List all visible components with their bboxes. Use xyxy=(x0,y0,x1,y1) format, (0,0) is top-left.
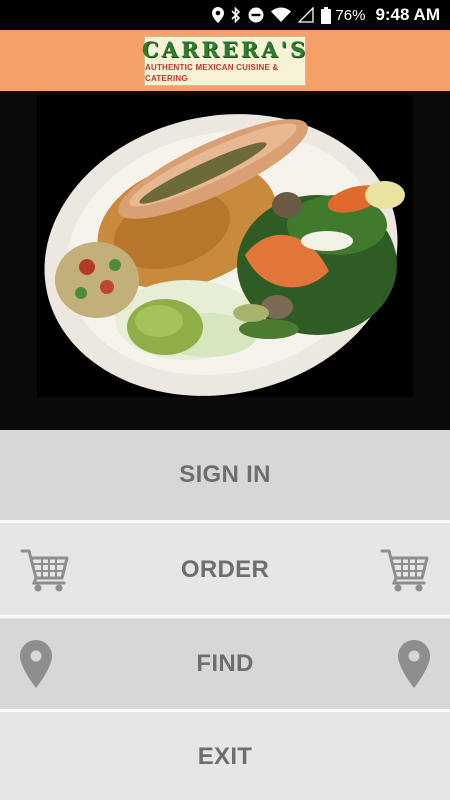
sign-in-button[interactable]: SIGN IN xyxy=(0,430,450,520)
exit-button[interactable]: EXIT xyxy=(0,713,450,800)
map-pin-icon xyxy=(398,640,430,688)
exit-label: EXIT xyxy=(197,742,253,770)
menu-divider xyxy=(0,615,450,618)
shopping-cart-icon xyxy=(20,547,70,593)
restaurant-logo: CARRERA'S AUTHENTIC MEXICAN CUISINE & CA… xyxy=(141,35,309,86)
clock: 9:48 AM xyxy=(375,5,440,24)
shopping-cart-icon xyxy=(380,547,430,593)
cellular-signal-icon xyxy=(298,7,315,23)
wifi-icon xyxy=(271,7,292,23)
logo-title: CARRERA'S xyxy=(141,36,309,62)
app-header: CARRERA'S AUTHENTIC MEXICAN CUISINE & CA… xyxy=(0,30,450,91)
battery-percent: 76% xyxy=(335,6,366,24)
location-icon xyxy=(212,7,225,23)
status-bar: 76% 9:48 AM xyxy=(0,0,450,30)
battery-icon xyxy=(321,6,332,24)
order-label: ORDER xyxy=(180,556,270,583)
sign-in-label: SIGN IN xyxy=(179,461,271,488)
find-button[interactable]: FIND xyxy=(0,619,450,709)
map-pin-icon xyxy=(20,640,52,688)
food-plate-image xyxy=(37,95,413,397)
menu-divider xyxy=(0,709,450,712)
do-not-disturb-icon xyxy=(248,7,264,23)
find-label: FIND xyxy=(196,650,254,677)
main-menu: SIGN IN ORDER FIND EXIT xyxy=(0,430,450,800)
menu-divider xyxy=(0,520,450,523)
order-button[interactable]: ORDER xyxy=(0,525,450,615)
logo-subtitle: AUTHENTIC MEXICAN CUISINE & CATERING xyxy=(145,62,279,83)
bluetooth-icon xyxy=(231,7,241,23)
hero-image-area xyxy=(0,91,450,430)
